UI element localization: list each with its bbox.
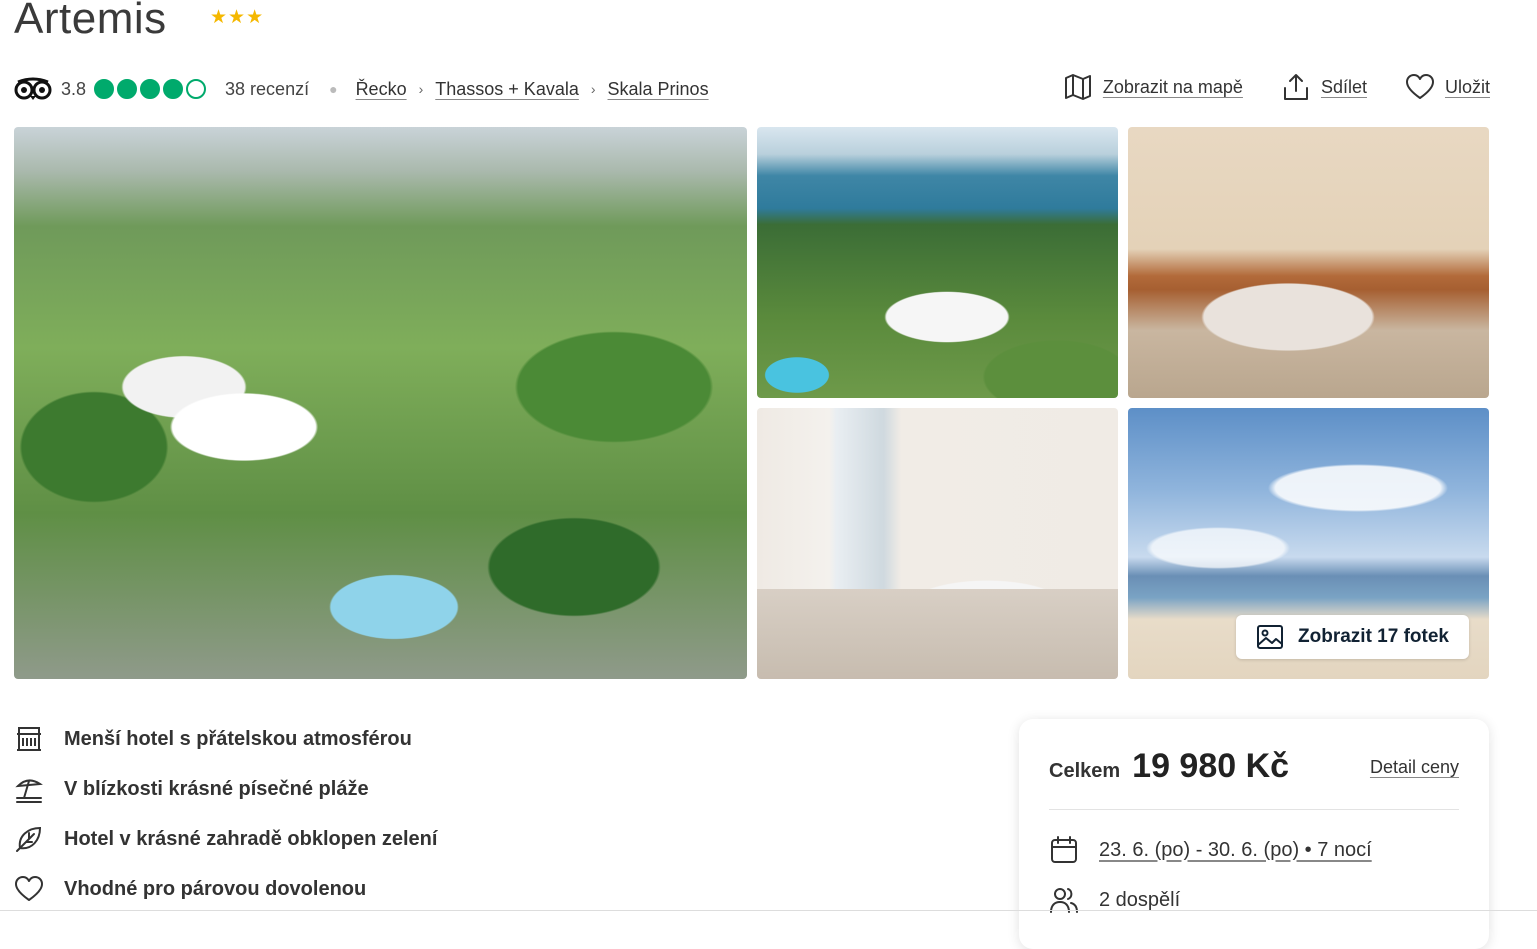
rating-bubble-empty: [186, 79, 207, 99]
show-all-photos-button[interactable]: Zobrazit 17 fotek: [1236, 615, 1469, 659]
show-all-photos-label: Zobrazit 17 fotek: [1298, 626, 1449, 647]
rating-bubble-filled: [94, 79, 115, 99]
hotel-name: Artemis: [14, 0, 167, 43]
separator-dot: ●: [329, 81, 338, 97]
photo-hotel-aerial-main[interactable]: [14, 127, 747, 679]
feature-item: V blízkosti krásné písečné pláže: [14, 764, 437, 814]
map-icon: [1064, 74, 1091, 100]
hotel-features: Menší hotel s přátelskou atmosférou V bl…: [14, 714, 437, 914]
star-icon: ★: [210, 7, 228, 28]
rating-row: 3.8 38 recenzí ● Řecko › Thassos + Kaval…: [14, 74, 709, 104]
save-button[interactable]: Uložit: [1405, 72, 1490, 102]
image-icon: [1257, 625, 1284, 649]
heart-icon: [1405, 74, 1434, 99]
star-icon: ★: [246, 7, 264, 28]
heart-icon: [15, 876, 43, 901]
price-total: Celkem 19 980 Kč: [1049, 747, 1289, 786]
rating-bubble-filled: [140, 79, 161, 99]
trip-dates[interactable]: 23. 6. (po) - 30. 6. (po) • 7 nocí: [1099, 839, 1372, 862]
feature-item: Vhodné pro párovou dovolenou: [14, 864, 437, 914]
price-label: Celkem: [1049, 760, 1121, 782]
trip-dates-row[interactable]: 23. 6. (po) - 30. 6. (po) • 7 nocí: [1049, 835, 1372, 865]
leaf-icon: [16, 826, 42, 852]
star-icon: ★: [228, 7, 246, 28]
review-count[interactable]: 38 recenzí: [225, 79, 309, 100]
rating-bubbles: [94, 79, 207, 99]
chevron-right-icon: ›: [590, 81, 596, 97]
breadcrumb-country[interactable]: Řecko: [356, 79, 407, 100]
price-amount: 19 980 Kč: [1132, 747, 1290, 785]
breadcrumb-destination[interactable]: Skala Prinos: [608, 79, 709, 100]
save-label: Uložit: [1444, 76, 1490, 97]
feature-text: Hotel v krásné zahradě obklopen zelení: [64, 827, 438, 850]
tripadvisor-owl-icon: [14, 77, 52, 100]
feature-item: Menší hotel s přátelskou atmosférou: [14, 714, 437, 764]
price-detail-link[interactable]: Detail ceny: [1370, 757, 1459, 778]
calendar-icon: [1051, 836, 1077, 863]
photo-beach[interactable]: Zobrazit 17 fotek: [1128, 408, 1489, 679]
hotel-stars: ★ ★ ★: [210, 8, 263, 27]
rating-score: 3.8: [61, 78, 87, 99]
share-label: Sdílet: [1320, 76, 1367, 97]
show-map-button[interactable]: Zobrazit na mapě: [1063, 72, 1243, 102]
share-icon: [1283, 74, 1308, 100]
photo-room-twin[interactable]: [1128, 127, 1489, 398]
feature-text: V blízkosti krásné písečné pláže: [64, 777, 369, 800]
feature-item: Hotel v krásné zahradě obklopen zelení: [14, 814, 437, 864]
hotel-icon: [17, 727, 41, 751]
rating-bubble-filled: [117, 79, 138, 99]
hotel-actions: Zobrazit na mapě Sdílet Uložit: [1063, 72, 1490, 102]
photo-room-double[interactable]: [757, 408, 1118, 679]
guest-count: 2 dospělí: [1099, 888, 1181, 911]
share-button[interactable]: Sdílet: [1281, 72, 1367, 102]
beach-umbrella-icon: [15, 779, 43, 803]
show-map-label: Zobrazit na mapě: [1102, 76, 1243, 97]
feature-text: Menší hotel s přátelskou atmosférou: [64, 727, 412, 750]
rating-bubble-filled: [163, 79, 184, 99]
divider: [1049, 809, 1459, 810]
photo-gallery: Zobrazit 17 fotek: [14, 127, 1489, 679]
photo-hotel-sea-view[interactable]: [757, 127, 1118, 398]
chevron-right-icon: ›: [418, 81, 424, 97]
price-card: Celkem 19 980 Kč Detail ceny 23. 6. (po)…: [1019, 719, 1489, 949]
bottom-border: [0, 910, 1537, 911]
feature-text: Vhodné pro párovou dovolenou: [64, 877, 367, 900]
breadcrumb-region[interactable]: Thassos + Kavala: [435, 79, 579, 100]
